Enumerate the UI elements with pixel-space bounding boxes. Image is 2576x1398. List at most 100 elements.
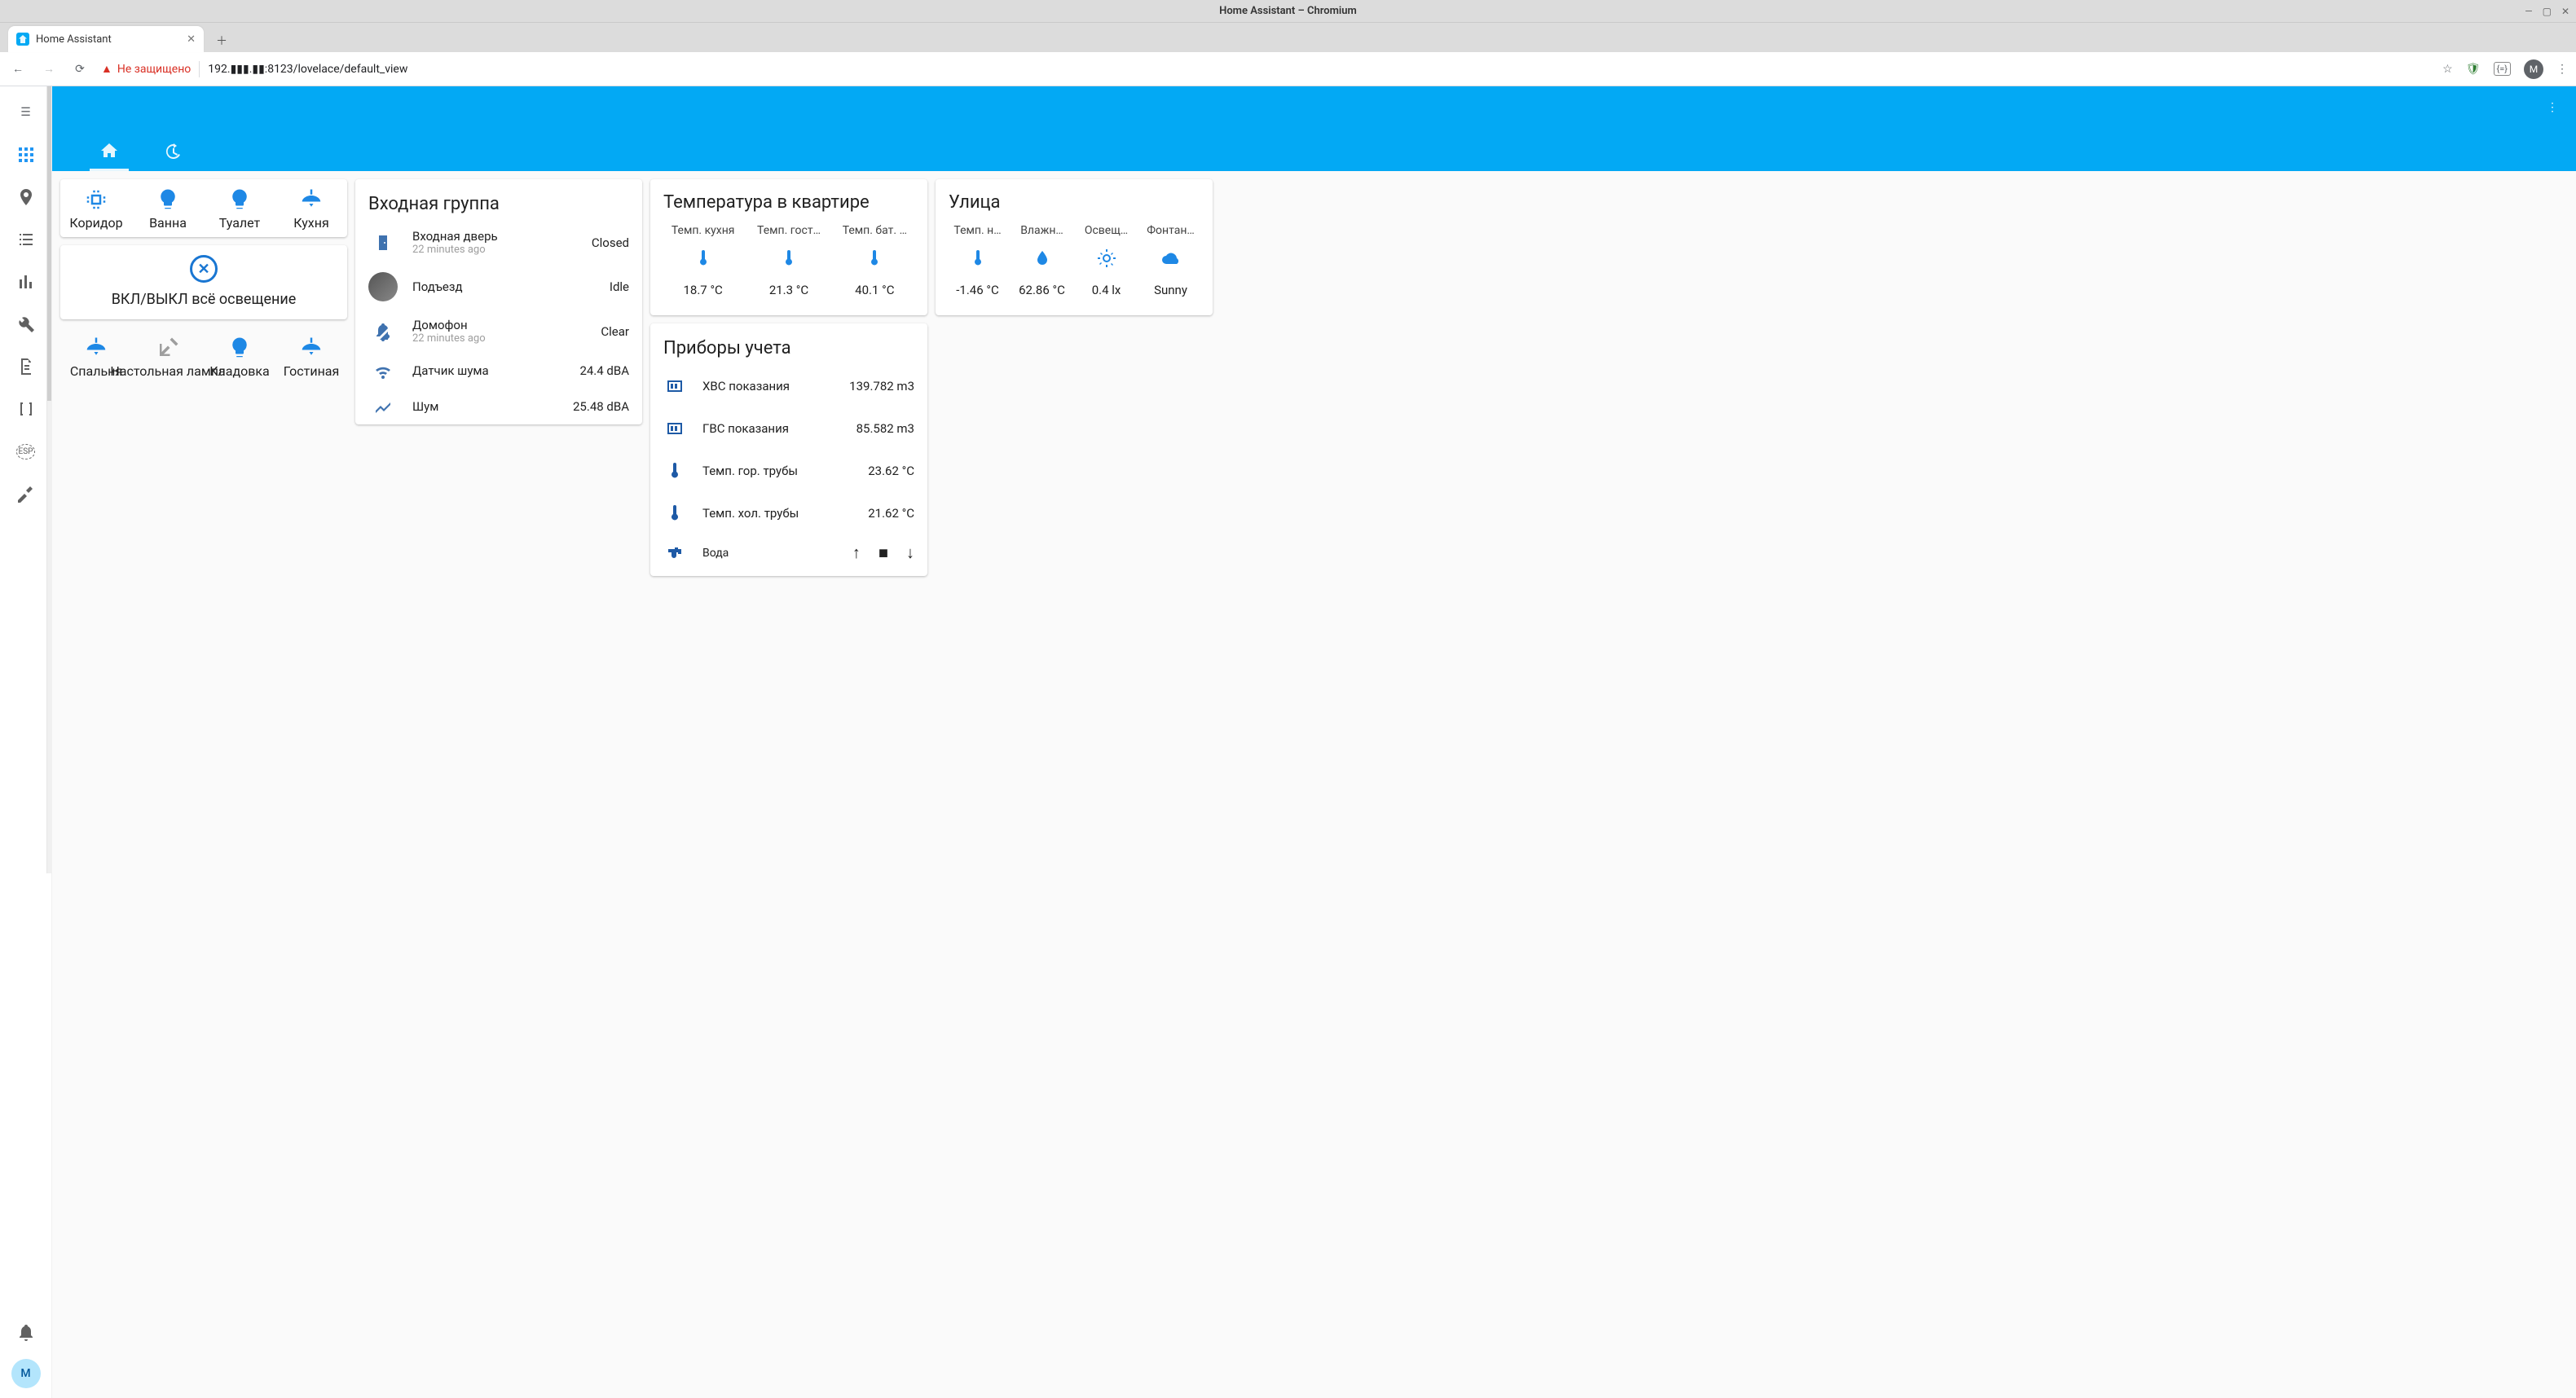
light-label: Коридор — [69, 215, 122, 231]
os-titlebar: Home Assistant – Chromium — ▢ ✕ — [0, 0, 2576, 23]
light-label: Гостиная — [284, 363, 340, 379]
lovelace-header: ⋮ — [52, 86, 2576, 171]
brackets-icon — [16, 399, 36, 419]
meter-name: Темп. хол. трубы — [702, 506, 799, 521]
counter-icon — [665, 376, 685, 396]
light-toggle-3[interactable]: Кухня — [275, 179, 347, 237]
os-maximize-button[interactable]: ▢ — [2543, 6, 2552, 17]
card-street: Улица Темп. н… -1.46 °C Влажн… 62.86 °C … — [936, 179, 1213, 315]
light-toggle-2[interactable]: Кладовка — [204, 328, 275, 385]
entrance-item-1[interactable]: Подъезд Idle — [355, 264, 642, 310]
meter-row-3[interactable]: Темп. хол. трубы 21.62 °C — [650, 492, 927, 534]
entity-name: Подъезд — [412, 279, 463, 294]
glance-item-2[interactable]: Темп. бат. … 40.1 °C — [832, 224, 918, 297]
sidebar-item-devtools[interactable] — [7, 305, 46, 344]
sidebar-item-esphome[interactable]: ESP — [7, 432, 46, 471]
sidebar-menu-button[interactable]: ☰ — [7, 93, 46, 132]
glance-item-2[interactable]: Освещ… 0.4 lx — [1074, 224, 1138, 297]
glance-label: Фонтан… — [1147, 224, 1195, 237]
meter-row-1[interactable]: ГВС показания 85.582 m3 — [650, 407, 927, 450]
nav-reload-button[interactable]: ⟳ — [70, 59, 90, 79]
shield-icon[interactable]: 🛡 — [2466, 63, 2481, 76]
glance-value: 21.3 °C — [769, 283, 808, 297]
light-label: Кухня — [293, 215, 328, 231]
glance-value: 0.4 lx — [1092, 283, 1121, 297]
entity-value: Idle — [610, 279, 629, 294]
view-tab-home[interactable] — [90, 132, 129, 171]
light-toggle-1[interactable]: Ванна — [132, 179, 204, 237]
glance-item-1[interactable]: Влажн… 62.86 °C — [1010, 224, 1074, 297]
os-minimize-button[interactable]: — — [2525, 6, 2532, 17]
profile-avatar-button[interactable]: M — [2524, 59, 2543, 79]
header-menu-button[interactable]: ⋮ — [2540, 95, 2565, 121]
light-toggle-3[interactable]: Гостиная — [275, 328, 347, 385]
sidebar-item-file-editor[interactable] — [7, 347, 46, 386]
bulb-icon — [156, 187, 180, 212]
entrance-item-4[interactable]: Шум 25.48 dBA — [355, 389, 642, 424]
faucet-icon — [663, 543, 686, 563]
sidebar-scrollbar[interactable] — [46, 86, 51, 873]
browser-tabstrip: Home Assistant ✕ ＋ — [0, 23, 2576, 52]
sidebar-rail: ☰ ESP M — [0, 86, 52, 1398]
meter-value: 21.62 °C — [868, 506, 914, 521]
entrance-item-2[interactable]: Домофон 22 minutes ago Clear — [355, 310, 642, 353]
sidebar-item-map[interactable] — [7, 178, 46, 217]
sidebar-item-logbook[interactable] — [7, 220, 46, 259]
browser-tab-title: Home Assistant — [36, 33, 112, 46]
light-toggle-0[interactable]: Коридор — [60, 179, 132, 237]
meter-row-0[interactable]: ХВС показания 139.782 m3 — [650, 365, 927, 407]
entrance-item-0[interactable]: Входная дверь 22 minutes ago Closed — [355, 221, 642, 264]
file-icon — [16, 357, 36, 376]
sidebar-item-hammer[interactable] — [7, 474, 46, 513]
media-up-button[interactable]: ↑ — [852, 543, 861, 563]
extension-icon[interactable]: {=} — [2494, 62, 2511, 76]
light-toggle-1[interactable]: Настольная лампа — [132, 328, 204, 385]
glance-value: Sunny — [1154, 283, 1187, 297]
glance-item-0[interactable]: Темп. н… -1.46 °C — [945, 224, 1010, 297]
bookmark-star-icon[interactable]: ☆ — [2442, 63, 2453, 76]
view-tab-history[interactable] — [153, 132, 192, 171]
meters-media-row: Вода ↑ ■ ↓ — [650, 534, 927, 576]
close-circle-icon: ✕ — [190, 255, 218, 283]
entity-name: Датчик шума — [412, 363, 489, 378]
meter-name: ХВС показания — [702, 379, 790, 393]
entity-name: Шум — [412, 399, 438, 414]
sidebar-item-history[interactable] — [7, 262, 46, 301]
bar-chart-icon — [16, 272, 36, 292]
ceiling-icon — [299, 336, 324, 360]
glance-item-1[interactable]: Темп. гост… 21.3 °C — [746, 224, 831, 297]
counter-icon — [665, 419, 685, 438]
card-all-lights-toggle[interactable]: ✕ ВКЛ/ВЫКЛ всё освещение — [60, 245, 347, 319]
card-lights-row2: Спальня Настольная лампа Кладовка Гостин… — [60, 328, 347, 385]
meter-value: 85.582 m3 — [856, 421, 914, 436]
nav-forward-button[interactable]: → — [39, 59, 59, 79]
glance-item-3[interactable]: Фонтан… Sunny — [1138, 224, 1203, 297]
glance-label: Темп. н… — [953, 224, 1001, 237]
new-tab-button[interactable]: ＋ — [210, 29, 233, 52]
nav-back-button[interactable]: ← — [8, 59, 28, 79]
address-bar[interactable]: ▲ Не защищено 192.▮▮▮.▮▮:8123/lovelace/d… — [101, 61, 2431, 77]
meter-row-2[interactable]: Темп. гор. трубы 23.62 °C — [650, 450, 927, 492]
tab-close-button[interactable]: ✕ — [187, 33, 196, 46]
url-text: 192.▮▮▮.▮▮:8123/lovelace/default_view — [208, 63, 407, 76]
sidebar-item-brackets[interactable] — [7, 389, 46, 429]
sidebar-item-overview[interactable] — [7, 135, 46, 174]
media-stop-button[interactable]: ■ — [878, 543, 888, 563]
thermo-icon — [694, 248, 713, 268]
esp-icon: ESP — [16, 444, 36, 459]
browser-tab-active[interactable]: Home Assistant ✕ — [8, 26, 204, 52]
desk-icon — [156, 336, 180, 360]
media-down-button[interactable]: ↓ — [906, 543, 914, 563]
glance-label: Темп. бат. … — [843, 224, 907, 237]
chrome-menu-button[interactable]: ⋮ — [2556, 63, 2568, 76]
bulb-icon — [227, 187, 252, 212]
os-close-button[interactable]: ✕ — [2561, 6, 2569, 17]
entrance-item-3[interactable]: Датчик шума 24.4 dBA — [355, 353, 642, 389]
dashboard-icon — [16, 145, 36, 165]
sidebar-notifications[interactable] — [7, 1313, 46, 1352]
door-icon — [373, 233, 393, 253]
glance-item-0[interactable]: Темп. кухня 18.7 °C — [660, 224, 746, 297]
ceiling-icon — [299, 187, 324, 212]
sidebar-user-avatar[interactable]: M — [11, 1359, 41, 1388]
light-toggle-2[interactable]: Туалет — [204, 179, 275, 237]
